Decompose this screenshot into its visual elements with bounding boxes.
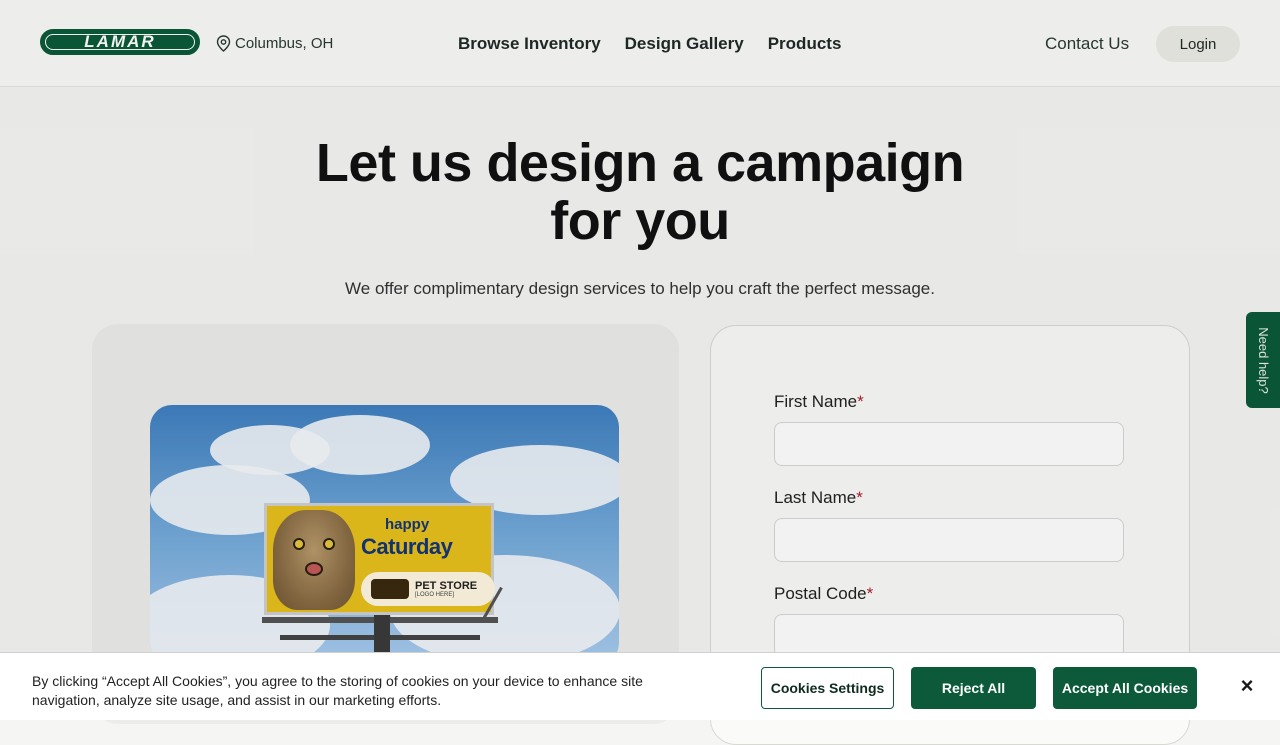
page-dim-overlay (0, 0, 1280, 720)
accept-all-cookies-button[interactable]: Accept All Cookies (1053, 667, 1197, 709)
close-icon[interactable]: × (1234, 673, 1260, 699)
cookies-settings-button[interactable]: Cookies Settings (761, 667, 894, 709)
cookie-notice-text: By clicking “Accept All Cookies”, you ag… (32, 673, 643, 708)
reject-all-button[interactable]: Reject All (911, 667, 1036, 709)
cookie-banner: By clicking “Accept All Cookies”, you ag… (0, 652, 1280, 720)
